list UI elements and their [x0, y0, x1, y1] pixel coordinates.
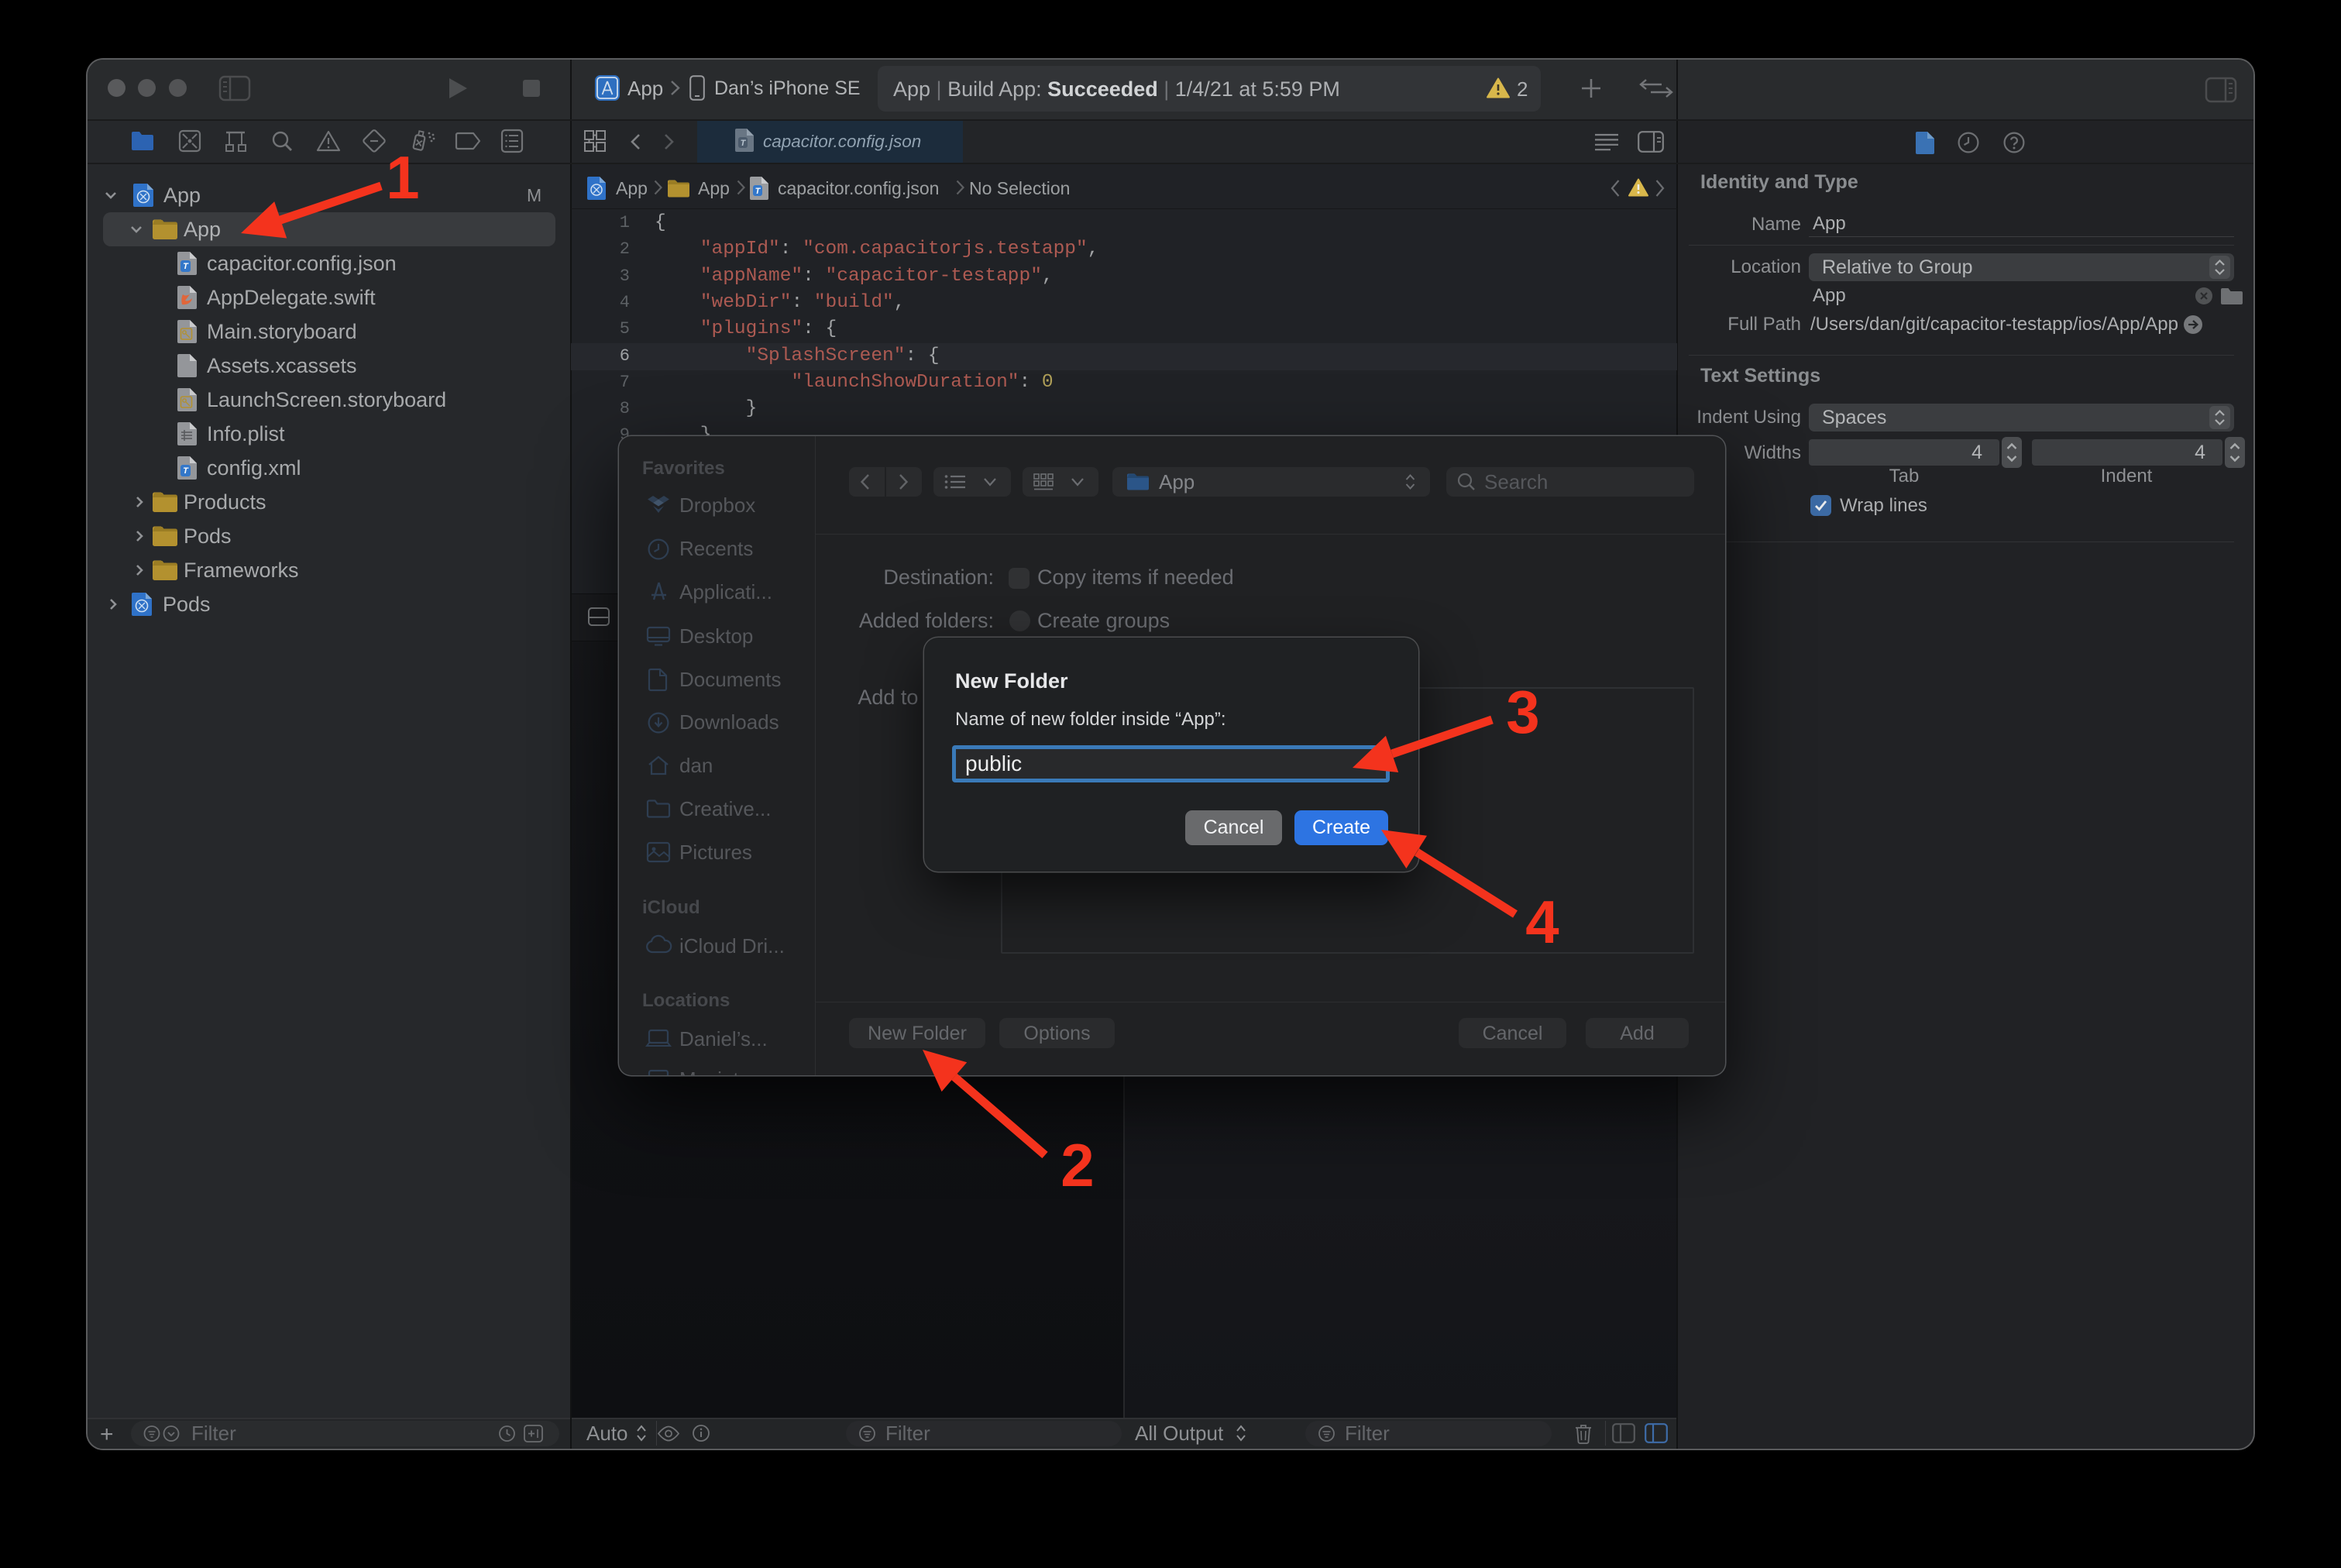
svg-text:3: 3 [1506, 678, 1539, 746]
svg-text:2: 2 [1060, 1131, 1094, 1199]
svg-text:4: 4 [1525, 888, 1559, 956]
svg-text:1: 1 [386, 143, 419, 211]
